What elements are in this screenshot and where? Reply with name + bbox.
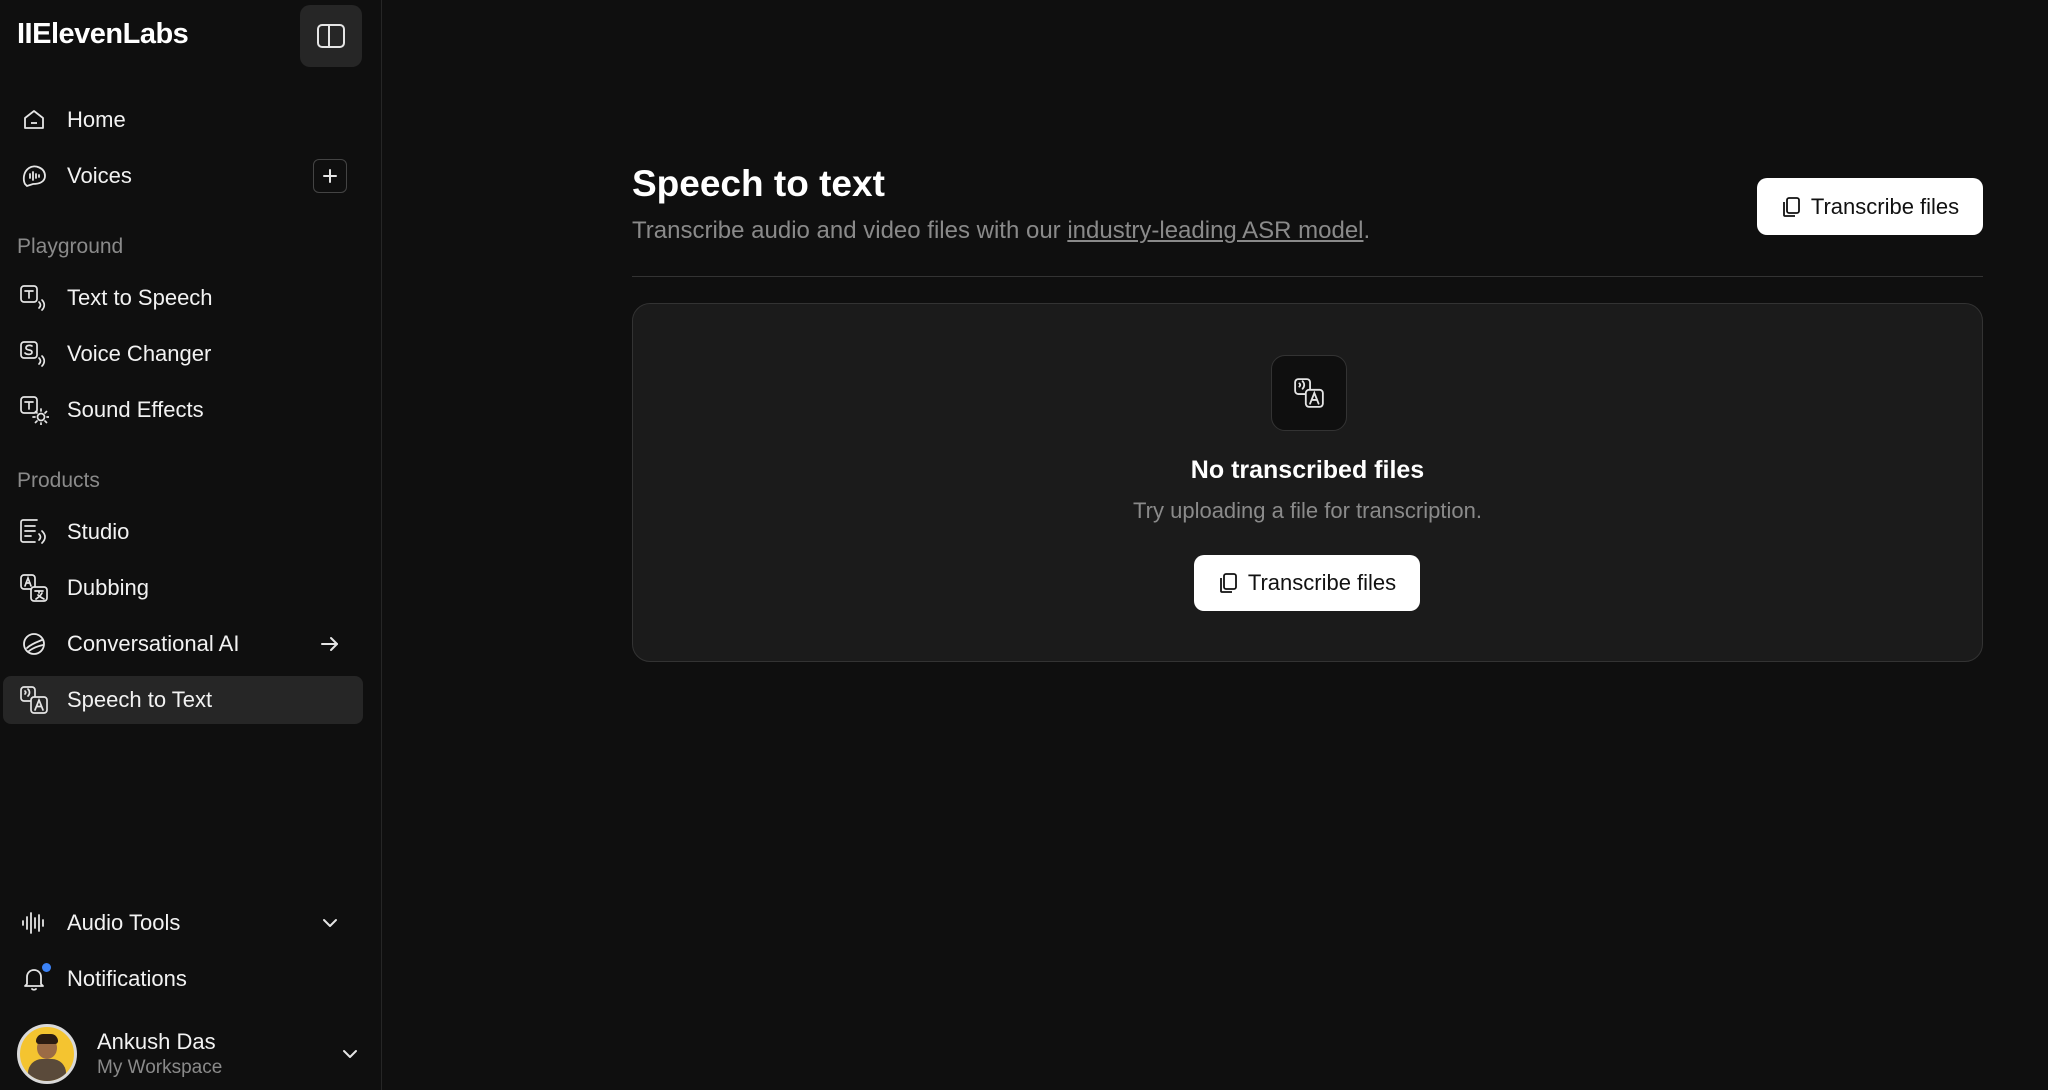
plus-icon xyxy=(322,168,338,184)
sidebar-item-label: Studio xyxy=(67,519,130,544)
empty-state-panel: No transcribed files Try uploading a fil… xyxy=(632,303,1983,662)
sidebar-toggle-button[interactable] xyxy=(300,5,362,67)
button-label: Transcribe files xyxy=(1247,570,1397,595)
sidebar-item-label: Notifications xyxy=(67,966,187,991)
sidebar: IIElevenLabs Home Voices Playground Text… xyxy=(0,0,382,1090)
sound-effects-icon xyxy=(19,395,49,425)
sidebar-item-audio-tools[interactable]: Audio Tools xyxy=(3,899,363,947)
dubbing-icon xyxy=(19,573,49,603)
sidebar-item-label: Speech to Text xyxy=(67,687,213,712)
sidebar-item-label: Conversational AI xyxy=(67,631,240,656)
sidebar-toggle-icon xyxy=(316,23,346,49)
sidebar-item-speech-to-text[interactable]: Speech to Text xyxy=(3,676,363,724)
workspace-name: My Workspace xyxy=(97,1057,223,1078)
empty-state-subtitle: Try uploading a file for transcription. xyxy=(1133,498,1482,523)
bell-icon xyxy=(19,963,51,994)
sidebar-item-label: Voice Changer xyxy=(67,341,212,366)
audio-tools-icon xyxy=(19,908,49,938)
sidebar-item-voices[interactable]: Voices xyxy=(3,152,363,200)
studio-icon xyxy=(19,517,49,547)
sidebar-item-home[interactable]: Home xyxy=(3,96,363,144)
subtitle-suffix: . xyxy=(1363,217,1371,244)
button-label: Transcribe files xyxy=(1810,193,1960,219)
asr-model-link[interactable]: industry-leading ASR model xyxy=(1067,217,1363,244)
logo[interactable]: IIElevenLabs xyxy=(17,18,189,51)
files-icon xyxy=(1781,196,1801,218)
subtitle-text: Transcribe audio and video files with ou… xyxy=(632,217,1068,244)
transcribe-files-button[interactable]: Transcribe files xyxy=(1194,555,1420,611)
sidebar-item-notifications[interactable]: Notifications xyxy=(3,955,363,1003)
voices-icon xyxy=(19,161,49,191)
main-content: Speech to text Transcribe audio and vide… xyxy=(382,0,2048,1090)
sidebar-item-sound-effects[interactable]: Sound Effects xyxy=(3,386,363,434)
page-title: Speech to text xyxy=(632,163,885,204)
sidebar-item-label: Home xyxy=(67,107,126,132)
notification-badge xyxy=(42,963,51,972)
sidebar-item-conversational-ai[interactable]: Conversational AI xyxy=(3,620,363,668)
text-to-speech-icon xyxy=(19,283,49,313)
empty-state-title: No transcribed files xyxy=(1190,456,1425,484)
sidebar-item-text-to-speech[interactable]: Text to Speech xyxy=(3,274,363,322)
speech-to-text-icon xyxy=(19,685,49,715)
sidebar-item-label: Voices xyxy=(67,163,132,188)
chevron-down-icon[interactable] xyxy=(313,906,347,940)
sidebar-item-label: Dubbing xyxy=(67,575,149,600)
conversational-ai-icon xyxy=(19,629,49,659)
files-icon xyxy=(1218,572,1238,594)
sidebar-item-studio[interactable]: Studio xyxy=(3,508,363,556)
user-name: Ankush Das xyxy=(97,1029,216,1054)
home-icon xyxy=(19,105,49,135)
sidebar-item-dubbing[interactable]: Dubbing xyxy=(3,564,363,612)
header-divider xyxy=(632,276,1983,277)
user-menu[interactable]: Ankush Das My Workspace xyxy=(17,1023,367,1085)
transcribe-files-button[interactable]: Transcribe files xyxy=(1757,178,1983,235)
sidebar-item-label: Audio Tools xyxy=(67,910,181,935)
user-info: Ankush Das My Workspace xyxy=(97,1028,333,1080)
sidebar-item-label: Text to Speech xyxy=(67,285,213,310)
avatar xyxy=(17,1024,77,1084)
arrow-right-icon[interactable] xyxy=(313,627,347,661)
sidebar-item-label: Sound Effects xyxy=(67,397,204,422)
section-label-playground: Playground xyxy=(17,235,124,258)
page-subtitle: Transcribe audio and video files with ou… xyxy=(632,217,1370,245)
section-label-products: Products xyxy=(17,469,100,492)
add-voice-button[interactable] xyxy=(313,159,347,193)
speech-to-text-icon xyxy=(1271,355,1347,431)
sidebar-item-voice-changer[interactable]: Voice Changer xyxy=(3,330,363,378)
voice-changer-icon xyxy=(19,339,49,369)
app-window: IIElevenLabs Home Voices Playground Text… xyxy=(0,0,2048,1090)
chevron-down-icon[interactable] xyxy=(333,1037,367,1071)
